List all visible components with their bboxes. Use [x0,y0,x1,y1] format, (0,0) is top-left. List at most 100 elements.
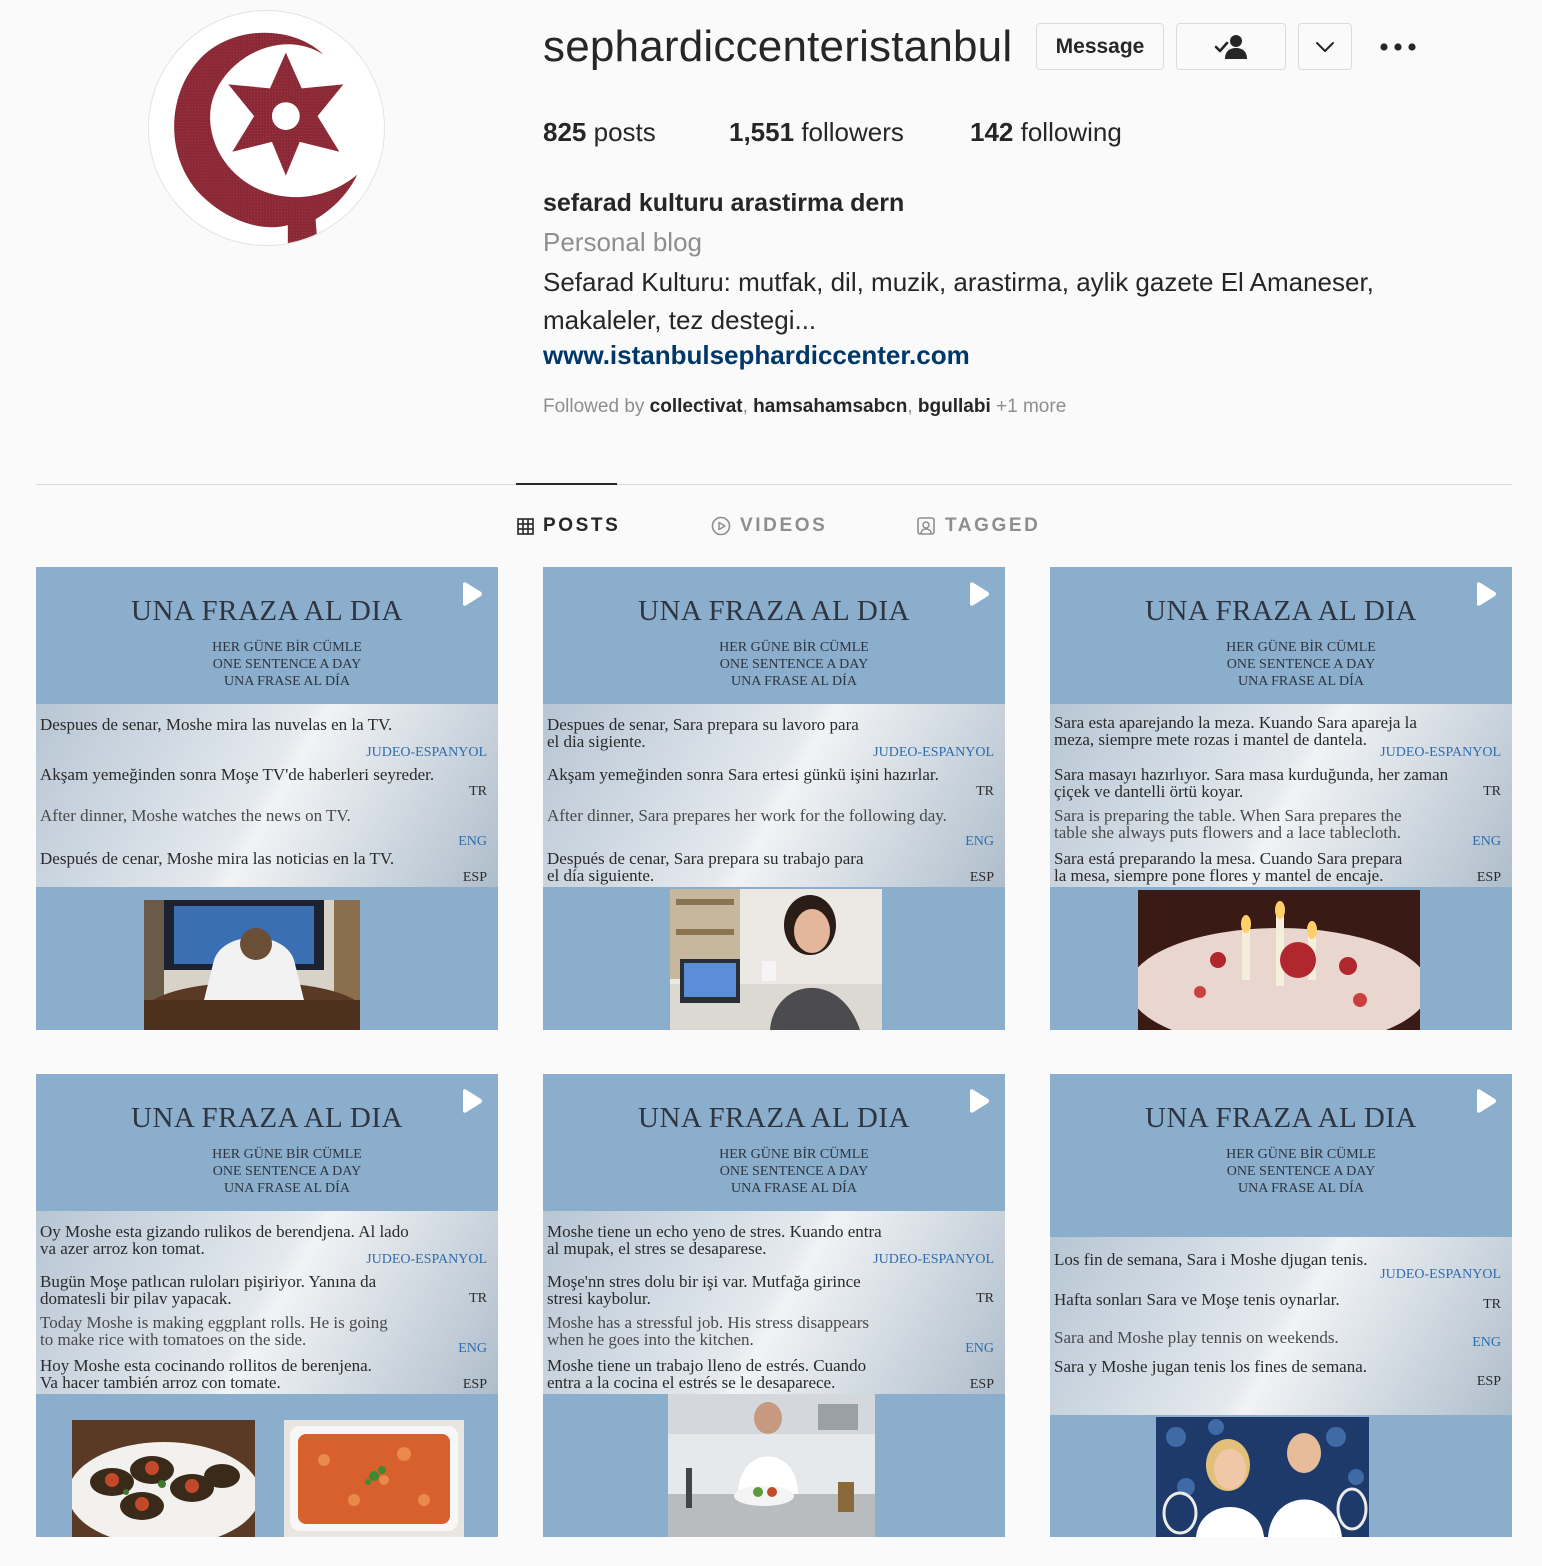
turkish-sentence: Akşam yemeğinden sonra Sara ertesi günkü… [547,765,939,784]
language-tag-judeo-espanyol: JUDEO-ESPANYOL [366,1252,487,1267]
language-tag-eng: ENG [1472,834,1501,849]
post-photo-tomato-rice [284,1420,464,1537]
reel-icon [1472,1088,1498,1119]
english-sentence: Sara and Moshe play tennis on weekends. [1054,1328,1339,1347]
message-button[interactable]: Message [1036,23,1164,70]
post-subtitle-line: UNA FRASE AL DÍA [224,674,350,689]
post-subtitle-line: HER GÜNE BİR CÜMLE [212,640,362,655]
post-title: UNA FRAZA AL DIA [131,1102,403,1134]
post-text-band: Despues de senar, Moshe mira las nuvelas… [36,704,498,887]
post-header: UNA FRAZA AL DIA HER GÜNE BİR CÜMLE ONE SE… [36,567,498,703]
reel-icon [965,581,991,612]
language-tag-eng: ENG [458,834,487,849]
turkish-sentence: stresi kaybolur. [547,1289,651,1308]
post-subtitle-line: UNA FRASE AL DÍA [731,1181,857,1196]
followers-count-label: followers [801,117,904,147]
language-tag-eng: ENG [965,1341,994,1356]
post-photo [1138,890,1420,1030]
judeo-espanyol-sentence: Oy Moshe esta gizando rulikos de berendj… [40,1222,409,1241]
crescent-star-logo-icon [174,32,358,245]
post-tile[interactable]: UNA FRAZA AL DIA HER GÜNE BİR CÜMLE ONE SE… [543,1074,1005,1537]
tab-videos-label: VIDEOS [740,515,828,536]
judeo-espanyol-sentence: Los fin de semana, Sara i Moshe djugan t… [1054,1250,1368,1269]
followers-count-value: 1,551 [729,117,795,147]
spanish-sentence: Sara y Moshe jugan tenis los fines de se… [1054,1357,1368,1376]
post-title: UNA FRAZA AL DIA [638,1102,910,1134]
post-photo-eggplant-rolls [72,1420,255,1537]
post-title: UNA FRAZA AL DIA [1145,1102,1417,1134]
post-subtitle: HER GÜNE BİR CÜMLE ONE SENTENCE A DAY UNA … [623,1146,965,1197]
judeo-espanyol-sentence: Despues de senar, Moshe mira las nuvelas… [40,715,393,734]
reel-icon [965,1088,991,1119]
post-subtitle-line: ONE SENTENCE A DAY [719,657,869,672]
post-subtitle-line: UNA FRASE AL DÍA [224,1181,350,1196]
post-subtitle: HER GÜNE BİR CÜMLE ONE SENTENCE A DAY UNA … [1130,1146,1472,1197]
post-tile[interactable]: UNA FRAZA AL DIA HER GÜNE BİR CÜMLE ONE SE… [1050,1074,1512,1537]
post-header: UNA FRAZA AL DIA HER GÜNE BİR CÜMLE ONE SE… [543,1074,1005,1210]
post-subtitle-line: HER GÜNE BİR CÜMLE [719,640,869,655]
followed-by-label: Followed by [543,396,645,417]
tab-tagged[interactable]: TAGGED [916,514,1040,538]
spanish-sentence: entra a la cocina el estrés se le desapa… [547,1373,836,1392]
english-sentence: Today Moshe is making eggplant rolls. He… [40,1313,388,1332]
spanish-sentence: Después de cenar, Moshe mira las noticia… [40,849,395,868]
post-header: UNA FRAZA AL DIA HER GÜNE BİR CÜMLE ONE SE… [1050,1074,1512,1210]
profile-bio: Sefarad Kulturu: mutfak, dil, muzik, ara… [543,263,1423,339]
post-tile[interactable]: UNA FRAZA AL DIA HER GÜNE BİR CÜMLE ONE SE… [543,567,1005,1030]
profile-website-link[interactable]: www.istanbulsephardiccenter.com [543,340,970,371]
profile-username: sephardiccenteristanbul [543,22,1013,71]
bio-line: Sefarad Kulturu: mutfak, dil, muzik, ara… [543,267,1374,297]
following-link[interactable]: 142 following [970,117,1122,148]
spanish-sentence: Sara está preparando la mesa. Cuando Sar… [1054,849,1403,868]
active-tab-indicator [516,483,617,485]
play-circle-icon [711,516,731,536]
suggested-dropdown-button[interactable] [1298,23,1352,70]
tab-videos[interactable]: VIDEOS [711,514,827,538]
spanish-sentence: Moshe tiene un trabajo lleno de estrés. … [547,1356,867,1375]
post-text-band: Sara esta aparejando la meza. Kuando Sar… [1050,704,1512,887]
post-subtitle: HER GÜNE BİR CÜMLE ONE SENTENCE A DAY UNA … [1130,639,1472,690]
language-tag-esp: ESP [1476,1374,1501,1389]
post-title: UNA FRAZA AL DIA [638,595,910,627]
english-sentence: After dinner, Sara prepares her work for… [547,806,947,825]
chevron-down-icon [1316,41,1334,52]
more-dots-icon [1380,43,1416,51]
following-person-check-icon [1214,34,1247,59]
followed-by-more[interactable]: +1 more [996,396,1066,417]
followers-link[interactable]: 1,551 followers [729,117,904,148]
post-tile[interactable]: UNA FRAZA AL DIA HER GÜNE BİR CÜMLE ONE SE… [1050,567,1512,1030]
turkish-sentence: Bugün Moşe patlıcan ruloları pişiriyor. … [40,1272,377,1291]
following-button[interactable] [1176,23,1286,70]
followed-by: Followed by collectivat, hamsahamsabcn, … [543,396,1067,417]
english-sentence: Moshe has a stressful job. His stress di… [547,1313,870,1332]
post-tile[interactable]: UNA FRAZA AL DIA HER GÜNE BİR CÜMLE ONE SE… [36,1074,498,1537]
tabs-divider [36,484,1512,485]
followed-by-user[interactable]: hamsahamsabcn [753,396,907,417]
more-options-button[interactable] [1372,30,1424,64]
followed-by-user[interactable]: bgullabi [918,396,991,417]
following-count-label: following [1020,117,1122,147]
english-sentence: table she always puts flowers and a lace… [1054,823,1401,842]
judeo-espanyol-sentence: va azer arroz kon tomat. [40,1239,205,1258]
tab-posts[interactable]: POSTS [517,514,620,538]
posts-count-value: 825 [543,117,587,147]
turkish-sentence: domatesli bir pilav yapacak. [40,1289,232,1308]
judeo-espanyol-sentence: el dia sigiente. [547,732,646,751]
language-tag-judeo-espanyol: JUDEO-ESPANYOL [1380,1267,1501,1282]
judeo-espanyol-sentence: Despues de senar, Sara prepara su lavoro… [547,715,859,734]
spanish-sentence: el día siguiente. [547,866,655,885]
post-photo [144,900,360,1030]
language-tag-tr: TR [469,784,487,799]
followed-by-user[interactable]: collectivat [650,396,743,417]
judeo-espanyol-sentence: al mupak, el stres se desaparese. [547,1239,767,1258]
judeo-espanyol-sentence: Moshe tiene un echo yeno de stres. Kuand… [547,1222,882,1241]
post-subtitle-line: UNA FRASE AL DÍA [1238,1181,1364,1196]
turkish-sentence: Akşam yemeğinden sonra Moşe TV'de haberl… [40,765,435,784]
post-tile[interactable]: UNA FRAZA AL DIA HER GÜNE BİR CÜMLE ONE SE… [36,567,498,1030]
post-title: UNA FRAZA AL DIA [131,595,403,627]
language-tag-eng: ENG [458,1341,487,1356]
profile-avatar[interactable] [148,10,385,246]
language-tag-judeo-espanyol: JUDEO-ESPANYOL [366,745,487,760]
post-subtitle: HER GÜNE BİR CÜMLE ONE SENTENCE A DAY UNA … [623,639,965,690]
posts-count-label: posts [593,117,656,147]
